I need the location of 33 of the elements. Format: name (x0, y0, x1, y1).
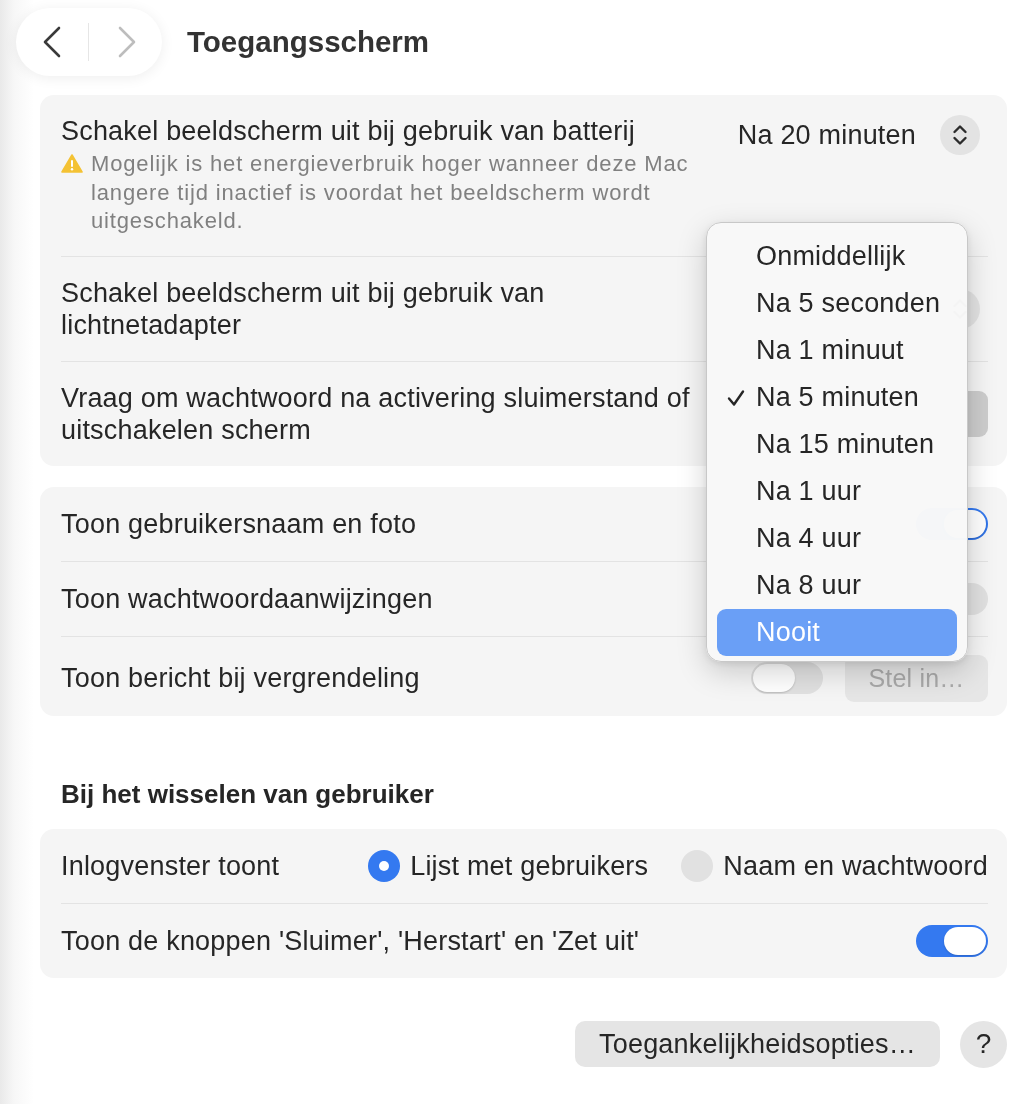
menu-item[interactable]: Na 5 minuten (717, 374, 957, 421)
setting-label: Toon bericht bij vergrendeling (61, 662, 420, 694)
toggle-switch[interactable] (916, 924, 988, 957)
setting-label: Toon gebruikersnaam en foto (61, 507, 417, 540)
setting-label: Vraag om wachtwoord na activering sluimerstand of uitschakelen scherm (61, 381, 691, 446)
chevron-right-icon (117, 26, 137, 58)
menu-item[interactable]: Na 4 uur (717, 515, 957, 562)
radio-label: Naam en wachtwoord (723, 849, 988, 882)
menu-item[interactable]: Na 5 seconden (717, 280, 957, 327)
page-title: Toegangsscherm (187, 25, 430, 59)
setting-label: Toon de knoppen 'Sluimer', 'Herstart' en 'Zet uit' (61, 924, 640, 957)
chevron-left-icon (42, 26, 62, 58)
menu-item[interactable]: Na 1 minuut (717, 327, 957, 374)
radio-button[interactable] (368, 849, 401, 882)
radio-label: Lijst met gebruikers (410, 849, 649, 882)
setting-label: Schakel beeldscherm uit bij gebruik van batterij (61, 115, 636, 147)
section-heading: Bij het wisselen van gebruiker (61, 777, 435, 810)
accessibility-options-button[interactable]: Toegankelijkheidsopties… (575, 1021, 940, 1067)
popup-button[interactable]: Na 20 minuten (737, 115, 980, 155)
setting-label: Toon wachtwoordaanwijzingen (61, 582, 433, 615)
warning-icon (61, 154, 83, 173)
menu-item[interactable]: Na 15 minuten (717, 421, 957, 468)
chevron-up-down-icon (940, 115, 980, 155)
back-button[interactable] (42, 26, 62, 58)
warning-text: Mogelijk is het energieverbruik hoger wanneer deze Mac langere tijd inactief is voordat het beeldscherm wordt uitgeschakeld. (91, 150, 690, 235)
menu-item[interactable]: Onmiddellijk (717, 233, 957, 280)
help-button[interactable]: ? (960, 1020, 1007, 1068)
menu-item[interactable]: Na 1 uur (717, 468, 957, 515)
checkmark-icon (727, 388, 745, 407)
setting-label: Schakel beeldscherm uit bij gebruik van lichtnetadapter (61, 276, 546, 341)
toggle-switch[interactable] (751, 662, 823, 694)
menu-item[interactable]: Na 8 uur (717, 562, 957, 609)
setting-label: Inlogvenster toont (61, 849, 280, 882)
